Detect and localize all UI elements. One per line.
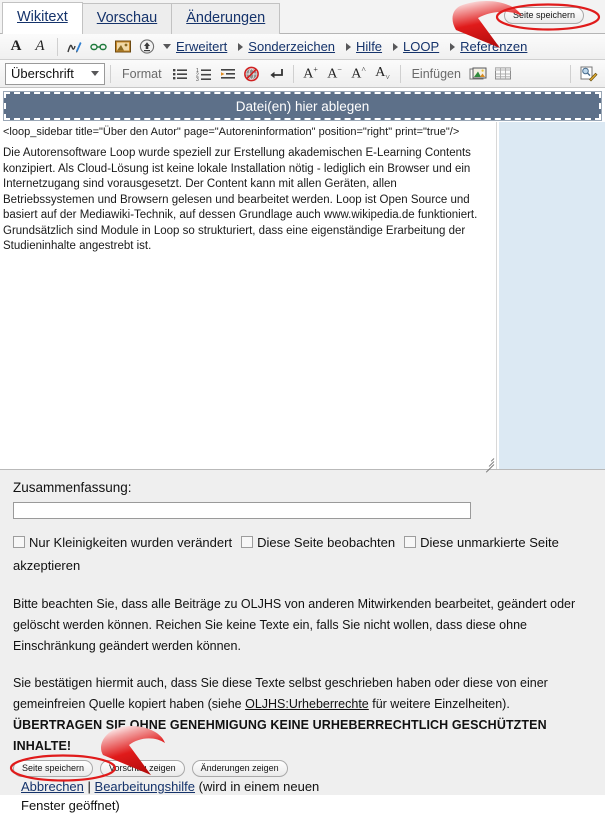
link-button[interactable]: [88, 36, 110, 57]
wikitext-textarea[interactable]: <loop_sidebar title="Über den Autor" pag…: [0, 122, 497, 469]
subscript-button[interactable]: A−: [324, 63, 346, 84]
menu-hilfe[interactable]: Hilfe: [356, 39, 382, 54]
menu-referenzen[interactable]: Referenzen: [460, 39, 527, 54]
nowiki-icon: [244, 66, 259, 81]
toolbar-divider: [57, 37, 58, 56]
minor-edit-label[interactable]: Nur Kleinigkeiten wurden verändert: [29, 535, 232, 550]
bullet-list-button[interactable]: [169, 63, 191, 84]
signature-icon: [67, 41, 82, 53]
search-replace-button[interactable]: [577, 63, 599, 84]
tab-aenderungen[interactable]: Änderungen: [171, 3, 281, 34]
insert-label: Einfügen: [411, 66, 461, 81]
insert-table-button[interactable]: [492, 63, 514, 84]
toolbar-divider-5: [570, 64, 571, 83]
toolbar-divider-3: [292, 64, 294, 83]
tab-wikitext[interactable]: Wikitext: [2, 2, 83, 34]
upload-icon: [139, 39, 155, 54]
superscript-icon: A+: [303, 64, 318, 82]
chevron-right-icon-1: [238, 42, 244, 51]
search-replace-icon: [580, 66, 597, 82]
editor-body-text: Die Autorensoftware Loop wurde speziell …: [3, 147, 478, 252]
save-page-button[interactable]: Seite speichern: [13, 760, 94, 777]
indent-button[interactable]: [217, 63, 239, 84]
image-icon: [469, 67, 487, 79]
bullet-list-icon: [172, 68, 187, 79]
summary-input[interactable]: [13, 502, 471, 519]
minor-edit-checkbox[interactable]: [13, 536, 25, 548]
copyright-link[interactable]: OLJHS:Urheberrechte: [245, 697, 369, 711]
watch-page-checkbox[interactable]: [241, 536, 254, 548]
chevron-down-icon-heading: [91, 71, 99, 76]
summary-label: Zusammenfassung:: [13, 480, 132, 495]
wikitext-editor[interactable]: <loop_sidebar title="Über den Autor" pag…: [0, 122, 605, 473]
insert-image-button[interactable]: [468, 63, 490, 84]
subscript-icon: A−: [327, 64, 342, 82]
legal-paragraph-1: Bitte beachten Sie, dass alle Beiträge z…: [13, 597, 576, 653]
upload-button[interactable]: [136, 36, 158, 57]
bold-icon: A: [10, 38, 22, 54]
watch-page-label[interactable]: Diese Seite beobachten: [257, 535, 395, 550]
legal-paragraph-2: Sie bestätigen hiermit auch, dass Sie di…: [13, 673, 592, 757]
edit-options-row: Nur Kleinigkeiten wurden verändert Diese …: [13, 531, 592, 577]
chevron-right-icon-4: [450, 42, 456, 51]
chevron-right-icon-3: [393, 42, 399, 51]
table-icon: [494, 67, 511, 80]
edit-form-lower: Zusammenfassung: Nur Kleinigkeiten wurde…: [0, 470, 605, 795]
accept-unmarked-checkbox[interactable]: [404, 536, 417, 548]
toolbar-divider-4: [399, 64, 401, 83]
italic-button[interactable]: A: [29, 36, 51, 57]
menu-erweitert[interactable]: Erweitert: [176, 39, 227, 54]
top-save-page-button[interactable]: Seite speichern: [503, 7, 584, 24]
small-text-icon: A˅: [375, 65, 390, 82]
form-action-row: Seite speichern Vorschau zeigen Änderung…: [13, 760, 593, 815]
indent-icon: [220, 68, 235, 79]
toolbar-primary: A A Erweitert Sonderzeichen Hilfe LOOP R…: [0, 34, 605, 60]
heading-format-select[interactable]: Überschrift: [5, 62, 105, 85]
numbered-list-button[interactable]: 1 2 3: [193, 63, 215, 84]
numbered-list-icon: 1 2 3: [196, 68, 211, 81]
footer-links: Abbrechen | Bearbeitungshilfe (wird in e…: [21, 777, 351, 815]
loop-sidebar-tag: <loop_sidebar title="Über den Autor" pag…: [3, 126, 460, 138]
legal-p2-text-b: für weitere Einzelheiten).: [368, 697, 510, 711]
cancel-link[interactable]: Abbrechen: [21, 779, 84, 794]
show-preview-button[interactable]: Vorschau zeigen: [100, 760, 185, 777]
copyright-warning: ÜBERTRAGEN SIE OHNE GENEHMIGUNG KEINE UR…: [13, 718, 547, 753]
tab-aenderungen-label: Änderungen: [186, 10, 266, 26]
show-changes-button[interactable]: Änderungen zeigen: [191, 760, 288, 777]
editor-side-panel: [498, 122, 605, 469]
newline-icon: [269, 68, 283, 78]
toolbar-divider-2: [110, 64, 111, 83]
heading-format-value: Überschrift: [11, 66, 74, 81]
superscript-button[interactable]: A+: [300, 63, 322, 84]
signature-button[interactable]: [64, 36, 86, 57]
embedded-file-icon: [115, 40, 131, 53]
big-text-button[interactable]: A˄: [348, 63, 370, 84]
big-text-icon: A˄: [351, 64, 366, 82]
file-dropzone[interactable]: Datei(en) hier ablegen: [3, 91, 602, 121]
bold-button[interactable]: A: [5, 36, 27, 57]
tab-vorschau[interactable]: Vorschau: [81, 3, 173, 34]
tab-vorschau-label: Vorschau: [96, 10, 158, 26]
small-text-button[interactable]: A˅: [372, 63, 394, 84]
chevron-down-icon[interactable]: [163, 44, 171, 49]
menu-sonderzeichen[interactable]: Sonderzeichen: [248, 39, 335, 54]
file-dropzone-label: Datei(en) hier ablegen: [235, 98, 370, 114]
nowiki-button[interactable]: [241, 63, 263, 84]
link-icon: [90, 43, 107, 50]
svg-text:3: 3: [196, 77, 199, 81]
toolbar-secondary: Überschrift Format 1 2 3 A+ A− A˄ A˅ Ein…: [0, 60, 605, 88]
editing-help-link[interactable]: Bearbeitungshilfe: [95, 779, 195, 794]
menu-loop[interactable]: LOOP: [403, 39, 439, 54]
embedded-file-button[interactable]: [112, 36, 134, 57]
italic-icon: A: [35, 38, 45, 54]
newline-button[interactable]: [265, 63, 287, 84]
chevron-right-icon-2: [346, 42, 352, 51]
tab-wikitext-label: Wikitext: [17, 9, 68, 25]
footer-separator: |: [87, 779, 91, 794]
textarea-resize-grip[interactable]: [483, 455, 495, 473]
format-label: Format: [122, 66, 162, 81]
